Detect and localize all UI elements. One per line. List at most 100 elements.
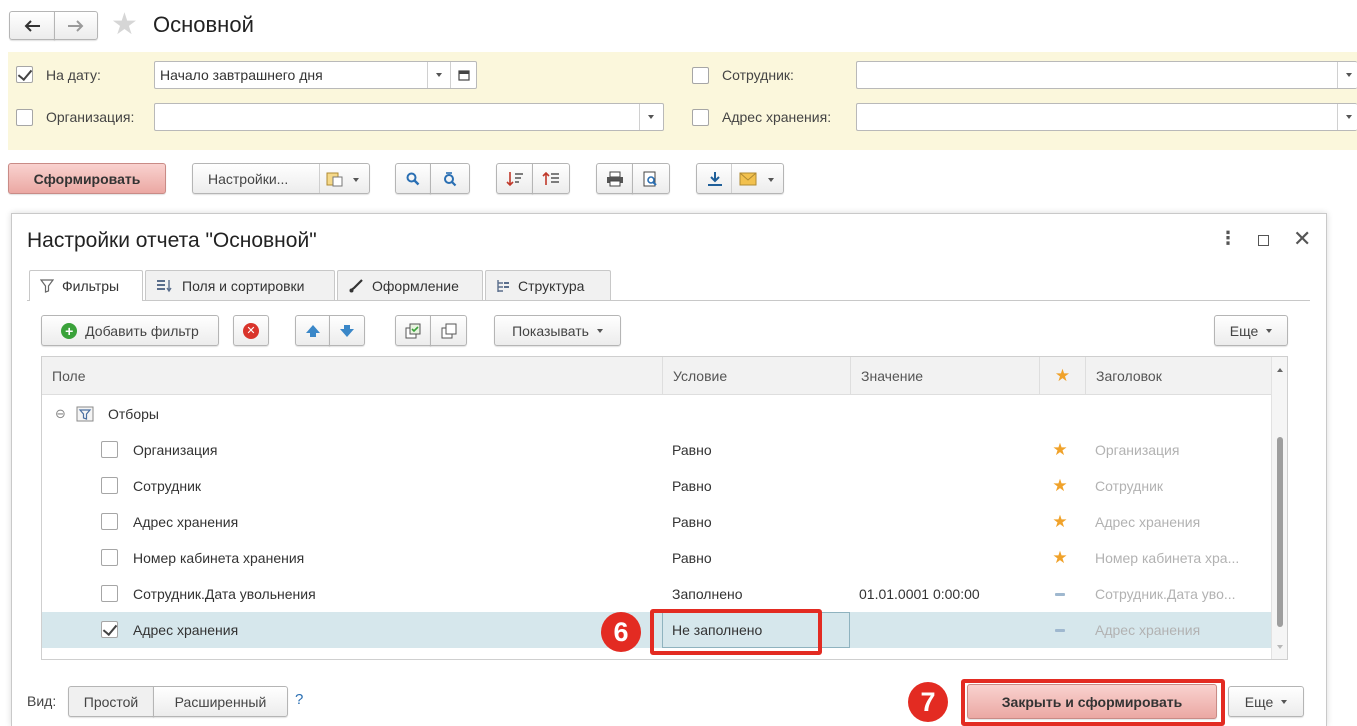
back-button[interactable] (9, 11, 55, 40)
maximize-icon[interactable] (1258, 235, 1269, 246)
tab-label: Структура (518, 277, 585, 294)
scrollbar[interactable] (1271, 357, 1287, 659)
row-field[interactable]: Адрес хранения (133, 504, 238, 540)
move-up-button[interactable] (295, 315, 330, 346)
more-bottom-button[interactable]: Еще (1228, 686, 1304, 717)
row-title[interactable]: Сотрудник.Дата уво... (1095, 576, 1236, 612)
row-condition[interactable]: Равно (672, 504, 712, 540)
storage-dropdown-button[interactable] (1337, 104, 1357, 130)
brush-icon (349, 278, 363, 292)
column-header-star[interactable]: ★ (1039, 357, 1085, 395)
settings-button[interactable]: Настройки... (192, 163, 370, 194)
column-header-title[interactable]: Заголовок (1085, 357, 1271, 395)
employee-field[interactable] (856, 61, 1357, 89)
row-condition[interactable]: Равно (672, 432, 712, 468)
row-field[interactable]: Сотрудник.Дата увольнения (133, 576, 316, 612)
more-top-button[interactable]: Еще (1214, 315, 1288, 346)
row-field[interactable]: Адрес хранения (133, 612, 238, 648)
column-header-condition[interactable]: Условие (662, 357, 850, 395)
tab-filters[interactable]: Фильтры (29, 270, 143, 301)
calendar-button[interactable] (450, 62, 476, 88)
row-checkbox[interactable] (101, 441, 118, 458)
date-checkbox[interactable] (16, 66, 33, 83)
search-refresh-icon (444, 171, 457, 186)
table-row[interactable]: Адрес хранения Равно ★ Адрес хранения (42, 504, 1271, 540)
view-simple-button[interactable]: Простой (68, 686, 154, 717)
move-down-button[interactable] (329, 315, 365, 346)
row-checkbox[interactable] (101, 477, 118, 494)
preview-button[interactable] (632, 163, 670, 194)
group-button[interactable] (532, 163, 570, 194)
close-icon[interactable]: ✕ (1293, 227, 1311, 251)
column-header-value[interactable]: Значение (850, 357, 1039, 395)
filter-group-icon (76, 396, 94, 432)
arrow-down-icon (340, 324, 354, 337)
forward-button[interactable] (54, 11, 98, 40)
search-button[interactable] (395, 163, 431, 194)
chevron-down-icon (647, 115, 654, 119)
row-checkbox[interactable] (101, 549, 118, 566)
table-row[interactable]: Сотрудник Равно ★ Сотрудник (42, 468, 1271, 504)
row-checkbox[interactable] (101, 585, 118, 602)
star-icon: ★ (1052, 512, 1068, 531)
sort-icon (505, 171, 523, 186)
org-dropdown-button[interactable] (639, 104, 661, 130)
row-checkbox[interactable] (101, 513, 118, 530)
row-title[interactable]: Организация (1095, 432, 1179, 468)
generate-button[interactable]: Сформировать (8, 163, 166, 194)
search-icon (406, 172, 420, 185)
employee-checkbox[interactable] (692, 67, 709, 84)
dialog-menu-icon[interactable]: ⋮ (1219, 228, 1237, 249)
sort-button[interactable] (496, 163, 533, 194)
scroll-thumb[interactable] (1277, 437, 1283, 627)
scroll-down-icon[interactable] (1277, 645, 1283, 649)
scroll-up-icon[interactable] (1277, 368, 1283, 372)
row-condition[interactable]: Равно (672, 540, 712, 576)
search-clear-button[interactable] (430, 163, 470, 194)
row-field[interactable]: Сотрудник (133, 468, 201, 504)
ungroup-filters-button[interactable] (430, 315, 467, 346)
org-field[interactable] (154, 103, 664, 131)
table-row[interactable]: Организация Равно ★ Организация (42, 432, 1271, 468)
org-checkbox[interactable] (16, 109, 33, 126)
row-condition[interactable]: Заполнено (672, 576, 743, 612)
storage-field[interactable] (856, 103, 1357, 131)
row-value[interactable]: 01.01.0001 0:00:00 (859, 576, 980, 612)
group-conditions-icon (405, 323, 421, 338)
employee-dropdown-button[interactable] (1337, 62, 1357, 88)
delete-filter-button[interactable]: ✕ (233, 315, 269, 346)
printer-icon (606, 171, 623, 186)
tab-fields-sorting[interactable]: Поля и сортировки (145, 270, 335, 300)
date-field[interactable]: Начало завтрашнего дня (154, 61, 477, 89)
row-title[interactable]: Номер кабинета хра... (1095, 540, 1239, 576)
show-dropdown-button[interactable]: Показывать (494, 315, 621, 346)
export-button[interactable] (696, 163, 784, 194)
favorite-star-icon[interactable]: ★ (111, 8, 138, 42)
date-dropdown-button[interactable] (427, 62, 449, 88)
tab-appearance[interactable]: Оформление (337, 270, 483, 300)
help-link[interactable]: ? (295, 691, 303, 708)
collapse-icon[interactable]: ⊖ (55, 396, 67, 432)
add-filter-button[interactable]: + Добавить фильтр (41, 315, 219, 346)
row-title[interactable]: Адрес хранения (1095, 612, 1200, 648)
row-field[interactable]: Номер кабинета хранения (133, 540, 304, 576)
table-row[interactable]: Номер кабинета хранения Равно ★ Номер кабин… (42, 540, 1271, 576)
storage-checkbox[interactable] (692, 109, 709, 126)
table-header: Поле Условие Значение ★ Заголовок (42, 357, 1271, 395)
group-filters-button[interactable] (395, 315, 431, 346)
row-field[interactable]: Организация (133, 432, 217, 468)
row-title[interactable]: Сотрудник (1095, 468, 1163, 504)
group-label: Отборы (108, 406, 159, 422)
chevron-down-icon (1266, 328, 1273, 333)
date-value: Начало завтрашнего дня (160, 67, 323, 83)
table-row[interactable]: Сотрудник.Дата увольнения Заполнено 01.01.… (42, 576, 1271, 612)
row-title[interactable]: Адрес хранения (1095, 504, 1200, 540)
row-condition[interactable]: Равно (672, 468, 712, 504)
view-label: Вид: (27, 693, 57, 709)
column-header-field[interactable]: Поле (42, 357, 662, 395)
print-button[interactable] (596, 163, 633, 194)
view-extended-button[interactable]: Расширенный (153, 686, 288, 717)
group-row[interactable]: ⊖ Отборы (42, 396, 1271, 432)
tab-structure[interactable]: Структура (485, 270, 611, 300)
row-checkbox[interactable] (101, 621, 118, 638)
